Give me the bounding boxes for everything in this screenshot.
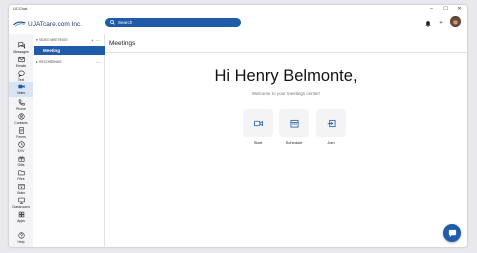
page-title: Meetings: [109, 40, 136, 47]
greeting-heading: Hi Henry Belmonte,: [214, 67, 358, 85]
sidebar-item-files[interactable]: Files: [9, 168, 33, 183]
close-button[interactable]: ✕: [453, 5, 466, 14]
sidebar-item-help[interactable]: Help: [9, 231, 33, 246]
sidebar-item-classrooms[interactable]: Classrooms: [9, 196, 33, 211]
chevron-down-icon: ▾: [36, 38, 38, 42]
join-meeting-tile[interactable]: [316, 109, 346, 137]
sidebar-item-video-library[interactable]: Video: [9, 182, 33, 197]
form-icon: [18, 127, 24, 134]
join-meeting-button[interactable]: Join: [316, 109, 346, 145]
sidebar-item-forms[interactable]: Forms: [9, 126, 33, 141]
search-icon: [110, 20, 115, 25]
sidebar-item-video[interactable]: Video: [9, 82, 33, 97]
chat-bubbles-icon: [17, 42, 25, 49]
classroom-icon: [17, 197, 25, 204]
help-icon: [17, 232, 25, 239]
recordings-header: RECORDINGS: [39, 60, 62, 64]
left-sidebar: Messages Emails Text Video Phone Contact…: [9, 34, 33, 247]
sidebar-item-phone[interactable]: Phone: [9, 98, 33, 113]
chat-launcher-button[interactable]: [443, 224, 461, 242]
schedule-label: Schedule: [285, 140, 303, 145]
video-camera-icon: [253, 120, 263, 126]
recordings-section[interactable]: ▸ RECORDINGS ⋯: [36, 59, 103, 65]
meetings-nav-panel: ▾ VIDEO MEETINGS + ⋯ Meeting ▸ RECORDING…: [34, 34, 105, 247]
video-library-icon: [17, 184, 25, 190]
schedule-meeting-button[interactable]: Schedule: [279, 109, 309, 145]
plus-icon[interactable]: +: [437, 19, 445, 27]
sidebar-item-apps[interactable]: Apps: [9, 210, 33, 225]
top-bar: UJATcare.com Inc. Search +: [9, 14, 467, 34]
search-bar[interactable]: Search: [105, 18, 241, 27]
envelope-icon: [17, 57, 25, 62]
bell-icon[interactable]: [424, 19, 432, 27]
video-meetings-section[interactable]: ▾ VIDEO MEETINGS + ⋯: [36, 37, 103, 43]
add-meeting-button[interactable]: +: [91, 38, 94, 43]
sidebar-item-gifts[interactable]: Gifts: [9, 154, 33, 169]
nav-item-meeting[interactable]: Meeting: [34, 46, 105, 55]
sidebar-item-messages[interactable]: Messages: [9, 41, 33, 56]
clock-icon: [17, 141, 25, 148]
more-options-icon[interactable]: ⋯: [96, 38, 100, 43]
phone-icon: [18, 99, 25, 106]
sidebar-item-contacts[interactable]: Contacts: [9, 112, 33, 127]
join-icon: [327, 119, 336, 127]
minimize-button[interactable]: –: [425, 5, 438, 14]
search-placeholder: Search: [118, 20, 133, 25]
gift-icon: [18, 156, 24, 162]
speech-bubble-icon: [17, 70, 25, 77]
sidebar-item-evv[interactable]: EVV: [9, 140, 33, 155]
logo-swoosh-icon: [13, 21, 26, 27]
calendar-icon: [289, 119, 299, 128]
welcome-subtitle: Welcome to your meetings center!: [251, 91, 321, 96]
window-title: UCChat: [13, 6, 28, 11]
user-avatar[interactable]: [450, 16, 461, 27]
chat-icon: [448, 229, 456, 237]
brand-logo[interactable]: UJATcare.com Inc.: [13, 18, 82, 30]
folder-icon: [17, 170, 25, 176]
video-meetings-header: VIDEO MEETINGS: [39, 38, 68, 42]
brand-name: UJATcare.com Inc.: [28, 20, 83, 28]
app-window: UCChat – ☐ ✕ UJATcare.com Inc. Search + …: [9, 5, 467, 247]
apps-icon: [18, 211, 24, 218]
schedule-meeting-tile[interactable]: [279, 109, 309, 137]
main-content: Meetings Hi Henry Belmonte, Welcome to y…: [105, 34, 467, 247]
main-header: Meetings: [105, 34, 467, 53]
recordings-more-icon[interactable]: ⋯: [96, 60, 100, 65]
contacts-icon: [17, 113, 25, 120]
video-camera-icon: [17, 84, 25, 89]
title-bar: UCChat – ☐ ✕: [9, 5, 467, 14]
join-label: Join: [327, 140, 335, 145]
start-label: Start: [253, 140, 263, 145]
start-meeting-button[interactable]: Start: [243, 109, 273, 145]
start-meeting-tile[interactable]: [243, 109, 273, 137]
chevron-right-icon: ▸: [36, 60, 38, 64]
sidebar-item-emails[interactable]: Emails: [9, 55, 33, 70]
maximize-button[interactable]: ☐: [439, 5, 452, 14]
